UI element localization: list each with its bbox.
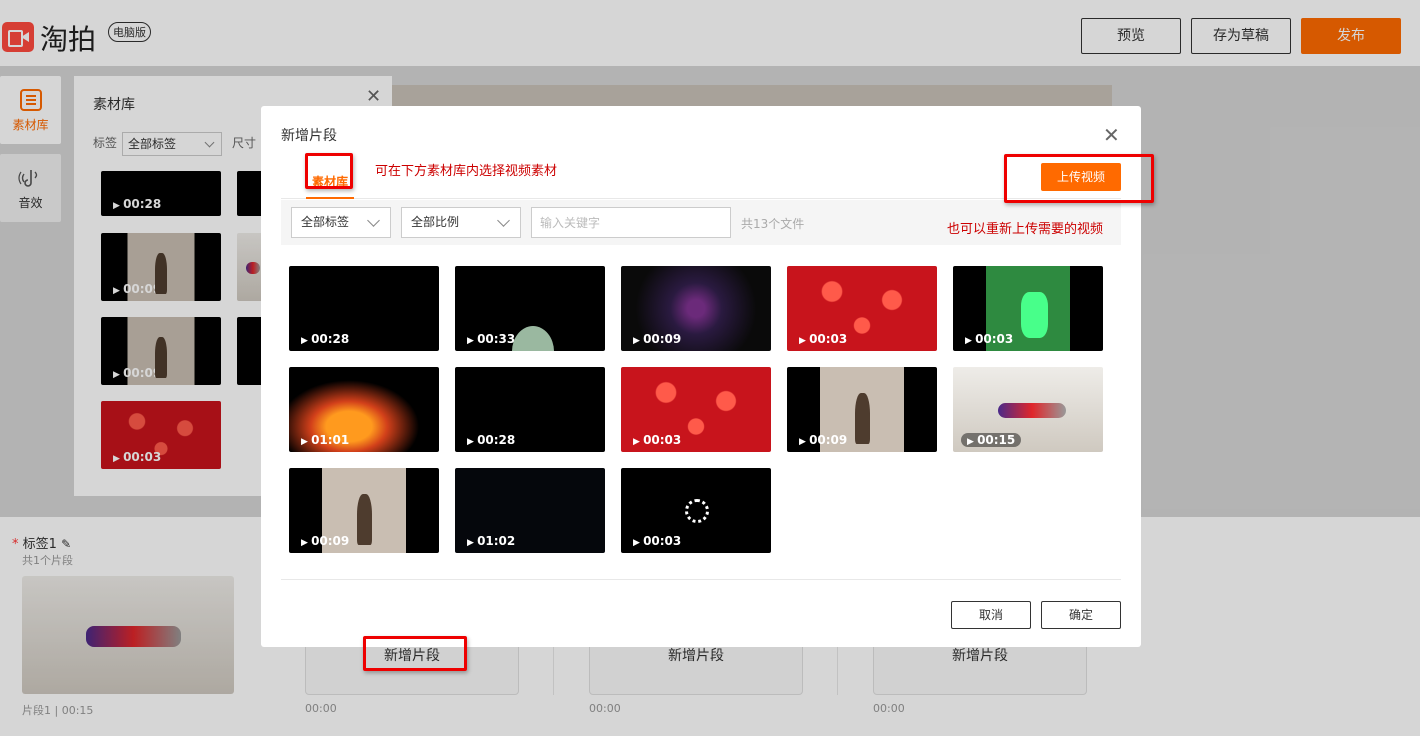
video-thumb[interactable]: 00:09: [787, 367, 937, 452]
loading-icon: [685, 499, 709, 523]
file-count: 共13个文件: [741, 217, 805, 231]
confirm-button[interactable]: 确定: [1041, 601, 1121, 629]
video-thumb[interactable]: 00:28: [289, 266, 439, 351]
video-thumb[interactable]: 00:09: [289, 468, 439, 553]
cancel-button[interactable]: 取消: [951, 601, 1031, 629]
duration-label: 00:03: [799, 332, 847, 346]
duration-label: 00:28: [301, 332, 349, 346]
close-icon[interactable]: ✕: [1103, 125, 1120, 145]
duration-label: 01:01: [301, 433, 349, 447]
duration-label: 01:02: [467, 534, 515, 548]
duration-label: 00:09: [799, 433, 847, 447]
duration-label: 00:03: [965, 332, 1013, 346]
ratio-filter-select[interactable]: 全部比例: [401, 207, 521, 238]
footer-divider: [281, 579, 1121, 580]
video-thumb[interactable]: 00:03: [953, 266, 1103, 351]
annotation-upload-hint: 也可以重新上传需要的视频: [947, 222, 1104, 237]
tag-filter-select[interactable]: 全部标签: [291, 207, 391, 238]
video-thumb[interactable]: 00:03: [621, 367, 771, 452]
filter-bar: 全部标签 全部比例 共13个文件 也可以重新上传需要的视频: [281, 200, 1121, 245]
video-thumb[interactable]: 00:09: [621, 266, 771, 351]
video-thumb[interactable]: 00:03: [621, 468, 771, 553]
video-thumb[interactable]: 00:03: [787, 266, 937, 351]
video-thumb[interactable]: 01:02: [455, 468, 605, 553]
search-input[interactable]: [531, 207, 731, 238]
annotation-box-add-segment: [363, 636, 467, 671]
annotation-box-upload: [1004, 154, 1154, 203]
tab-active-indicator: [306, 197, 354, 199]
video-thumb[interactable]: 01:01: [289, 367, 439, 452]
duration-label: 00:28: [467, 433, 515, 447]
duration-label: 00:09: [633, 332, 681, 346]
duration-label: 00:03: [633, 433, 681, 447]
dialog-title: 新增片段: [281, 128, 337, 144]
duration-label: 00:09: [301, 534, 349, 548]
video-thumb[interactable]: 00:15: [953, 367, 1103, 452]
annotation-select-hint: 可在下方素材库内选择视频素材: [375, 164, 558, 179]
duration-label: 00:15: [961, 433, 1022, 447]
duration-label: 00:33: [467, 332, 515, 346]
video-thumb[interactable]: 00:33: [455, 266, 605, 351]
tab-divider: [281, 198, 1121, 199]
video-thumb[interactable]: 00:28: [455, 367, 605, 452]
duration-label: 00:03: [633, 534, 681, 548]
annotation-box-tab: [305, 153, 353, 189]
